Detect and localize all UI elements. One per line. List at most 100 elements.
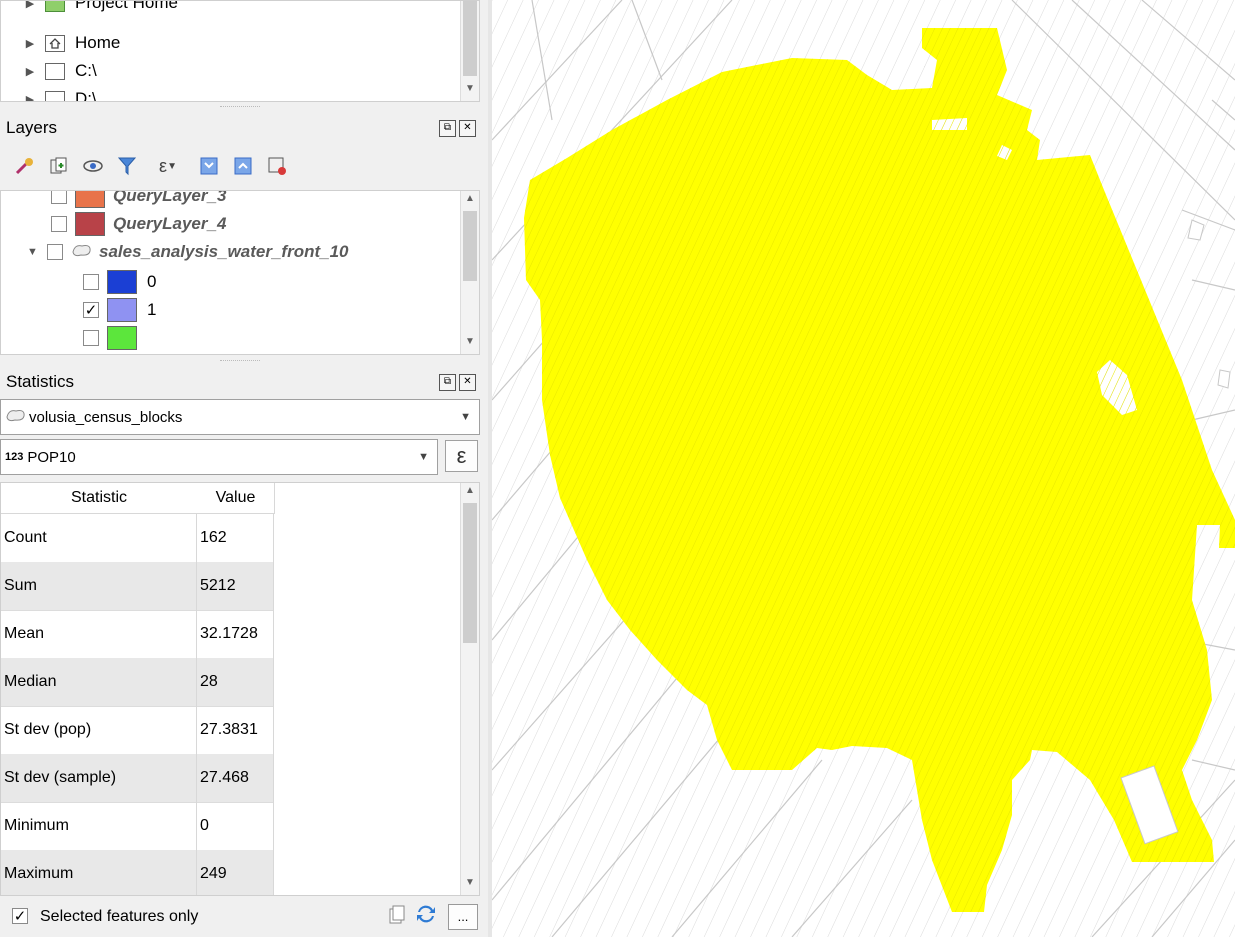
browser-item-label: Project Home (75, 0, 178, 12)
statistic-name-cell: Sum (1, 562, 197, 610)
column-header-value[interactable]: Value (197, 483, 275, 514)
expression-button[interactable]: ε (445, 440, 478, 472)
polygon-layer-icon (5, 407, 27, 428)
layers-tree: QueryLayer_3 QueryLayer_4 ▼ sales_analys… (0, 190, 480, 355)
class-visibility-checkbox[interactable] (83, 330, 99, 346)
column-header-statistic[interactable]: Statistic (1, 483, 198, 514)
layer-visibility-checkbox[interactable] (51, 191, 67, 204)
selected-only-checkbox[interactable]: ✓ (12, 908, 28, 924)
refresh-icon[interactable] (414, 902, 438, 931)
more-options-button[interactable]: ... (448, 904, 478, 930)
layer-label: QueryLayer_4 (113, 214, 227, 233)
layers-scrollbar[interactable]: ▲ ▼ (460, 191, 479, 354)
table-row[interactable]: Maximum 249 (1, 850, 274, 895)
legend-class-0[interactable]: 0 (83, 269, 156, 295)
scroll-down-arrow-icon[interactable]: ▼ (461, 336, 479, 352)
class-color-swatch (107, 298, 137, 322)
statistic-name-cell: Mean (1, 610, 197, 658)
visibility-icon[interactable] (82, 155, 104, 177)
browser-item-home[interactable]: ▶ Home (1, 29, 121, 57)
layer-color-swatch (75, 212, 105, 236)
layers-panel-title: Layers (6, 118, 58, 137)
class-label: 1 (147, 300, 157, 319)
field-select[interactable]: 123 POP10 ▼ (0, 439, 438, 475)
class-color-swatch (107, 270, 137, 294)
browser-item-label: Home (75, 33, 121, 52)
table-row[interactable]: St dev (pop) 27.3831 (1, 706, 274, 755)
statistic-value-cell: 249 (197, 850, 274, 895)
expand-arrow-icon[interactable]: ▶ (23, 37, 37, 50)
filter-icon[interactable] (116, 155, 138, 177)
scrollbar-thumb[interactable] (463, 1, 477, 76)
collapse-arrow-icon[interactable]: ▼ (27, 246, 47, 258)
layers-toolbar: ε ▼ (14, 150, 288, 182)
class-visibility-checkbox[interactable]: ✓ (83, 302, 99, 318)
statistic-name-cell: St dev (sample) (1, 754, 197, 802)
expand-arrow-icon[interactable]: ▶ (23, 65, 37, 78)
class-label: 0 (147, 272, 157, 291)
statistic-name-cell: Maximum (1, 850, 197, 895)
expand-arrow-icon[interactable]: ▶ (23, 1, 37, 10)
table-row[interactable]: St dev (sample) 27.468 (1, 754, 274, 803)
float-panel-icon[interactable]: ⧉ (439, 374, 456, 391)
map-rendering (492, 0, 1235, 937)
statistic-value-cell: 0 (197, 802, 274, 850)
layer-visibility-checkbox[interactable] (51, 216, 67, 232)
splitter-handle[interactable] (220, 360, 260, 365)
table-row[interactable]: Minimum 0 (1, 802, 274, 851)
scrollbar-thumb[interactable] (463, 211, 477, 281)
expand-all-icon[interactable] (198, 155, 220, 177)
collapse-all-icon[interactable] (232, 155, 254, 177)
statistic-value-cell: 28 (197, 658, 274, 706)
statistics-footer: ✓ Selected features only ... (0, 898, 490, 937)
layer-label: QueryLayer_3 (113, 190, 227, 205)
layer-color-swatch (75, 191, 105, 208)
close-panel-icon[interactable]: ✕ (459, 374, 476, 391)
layer-item-querylayer-4[interactable]: QueryLayer_4 (51, 211, 226, 237)
layer-select-value: volusia_census_blocks (29, 408, 183, 426)
table-row[interactable]: Mean 32.1728 (1, 610, 274, 659)
scroll-down-arrow-icon[interactable]: ▼ (461, 877, 479, 893)
chevron-down-icon[interactable]: ▼ (418, 451, 429, 463)
statistic-value-cell: 5212 (197, 562, 274, 610)
expression-filter-icon[interactable]: ε ▼ (150, 155, 186, 177)
statistic-value-cell: 32.1728 (197, 610, 274, 658)
chevron-down-icon[interactable]: ▼ (460, 411, 471, 423)
scroll-down-arrow-icon[interactable]: ▼ (461, 83, 479, 99)
browser-item-d-drive[interactable]: ▶ D:\ (1, 85, 97, 102)
browser-item-c-drive[interactable]: ▶ C:\ (1, 57, 97, 85)
statistic-name-cell: Count (1, 514, 197, 562)
browser-item-label: D:\ (75, 89, 97, 102)
close-panel-icon[interactable]: ✕ (459, 120, 476, 137)
browser-tree: ▶ Project Home ▶ Home ▶ C:\ ▶ D:\ ▼ (0, 0, 480, 102)
class-visibility-checkbox[interactable] (83, 274, 99, 290)
table-row[interactable]: Count 162 (1, 514, 274, 563)
field-select-value: POP10 (27, 448, 76, 466)
project-home-icon (45, 1, 65, 12)
add-group-icon[interactable] (48, 155, 70, 177)
scrollbar-thumb[interactable] (463, 503, 477, 643)
copy-icon[interactable] (388, 904, 406, 931)
remove-layer-icon[interactable] (266, 155, 288, 177)
layer-item-querylayer-3[interactable]: QueryLayer_3 (51, 190, 227, 209)
scroll-up-arrow-icon[interactable]: ▲ (461, 193, 479, 209)
selected-only-label: Selected features only (40, 908, 199, 925)
float-panel-icon[interactable]: ⧉ (439, 120, 456, 137)
layer-select[interactable]: volusia_census_blocks ▼ (0, 399, 480, 435)
layer-visibility-checkbox[interactable] (47, 244, 63, 260)
statistics-scrollbar[interactable]: ▲ ▼ (460, 483, 479, 895)
table-row[interactable]: Sum 5212 (1, 562, 274, 611)
layer-item-sales-analysis[interactable]: ▼ sales_analysis_water_front_10 (27, 239, 349, 265)
expand-arrow-icon[interactable]: ▶ (23, 93, 37, 102)
style-manager-icon[interactable] (14, 155, 36, 177)
table-row[interactable]: Median 28 (1, 658, 274, 707)
scroll-up-arrow-icon[interactable]: ▲ (461, 485, 479, 501)
statistic-name-cell: Minimum (1, 802, 197, 850)
browser-item-project-home[interactable]: ▶ Project Home (1, 0, 178, 17)
browser-scrollbar[interactable]: ▼ (460, 1, 479, 101)
map-canvas[interactable] (492, 0, 1235, 937)
polygon-layer-icon (71, 242, 93, 263)
splitter-handle[interactable] (220, 106, 260, 111)
legend-class-2[interactable] (83, 325, 147, 351)
legend-class-1[interactable]: ✓ 1 (83, 297, 156, 323)
